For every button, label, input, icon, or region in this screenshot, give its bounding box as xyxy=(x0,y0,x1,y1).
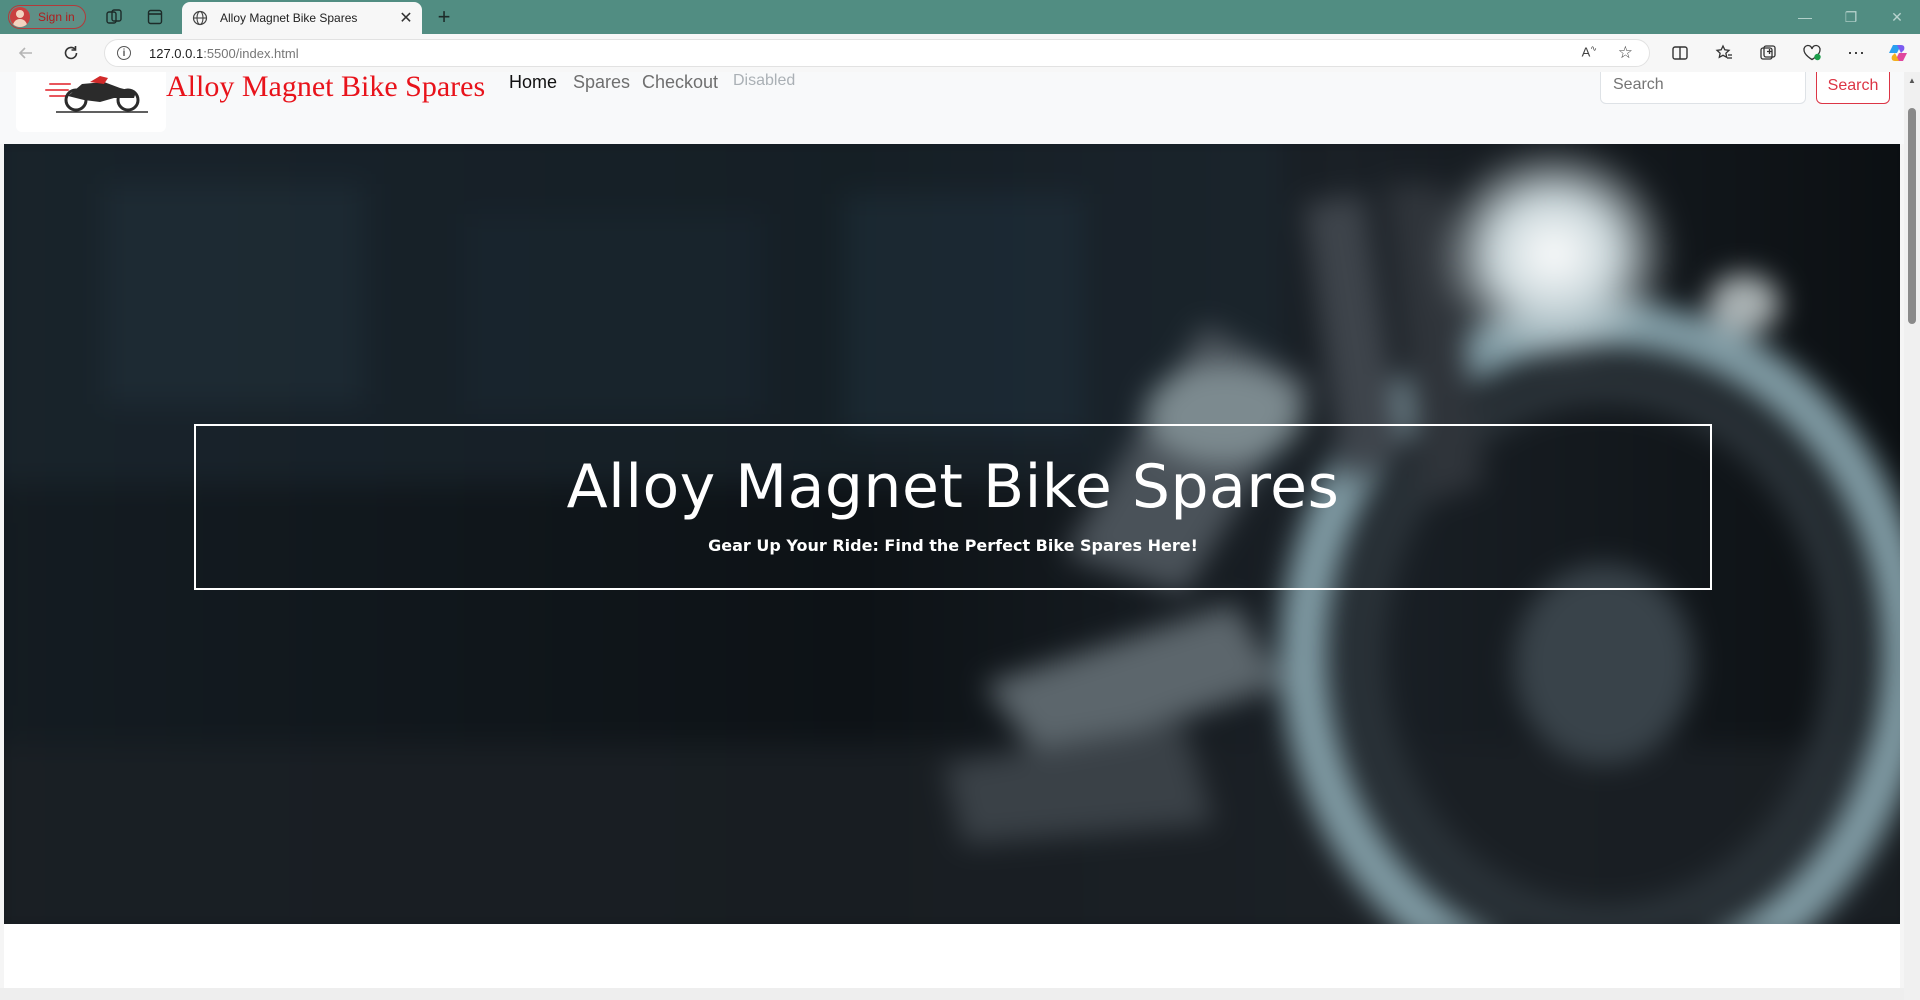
search-input[interactable] xyxy=(1600,72,1806,104)
page-viewport: Alloy Magnet Bike Spares Home Spares Che… xyxy=(0,72,1904,1000)
settings-more-icon[interactable]: ⋯ xyxy=(1844,41,1868,65)
nav-link-checkout[interactable]: Checkout xyxy=(642,72,718,93)
brand-name[interactable]: Alloy Magnet Bike Spares xyxy=(166,72,485,104)
site-info-icon[interactable]: i xyxy=(117,46,131,60)
hero-subtitle: Gear Up Your Ride: Find the Perfect Bike… xyxy=(708,536,1198,555)
section-divider xyxy=(0,988,1904,1000)
nav-link-spares[interactable]: Spares xyxy=(573,72,630,93)
tab-active[interactable]: Alloy Magnet Bike Spares ✕ xyxy=(182,2,422,34)
scroll-up-icon[interactable]: ▲ xyxy=(1908,76,1916,85)
copilot-icon[interactable] xyxy=(1886,41,1910,65)
tab-actions-icon[interactable] xyxy=(145,7,165,27)
avatar xyxy=(10,7,30,27)
browser-essentials-icon[interactable] xyxy=(1800,41,1824,65)
favorite-star-icon[interactable]: ☆ xyxy=(1618,43,1633,63)
split-screen-icon[interactable] xyxy=(1668,41,1692,65)
read-aloud-icon[interactable]: A∿ xyxy=(1582,44,1597,59)
restore-icon[interactable]: ❐ xyxy=(1836,6,1866,28)
site-logo[interactable] xyxy=(16,72,166,132)
refresh-icon[interactable] xyxy=(59,41,83,65)
minimize-icon[interactable]: — xyxy=(1790,6,1820,28)
hero-banner: Alloy Magnet Bike Spares Gear Up Your Ri… xyxy=(4,144,1900,924)
close-window-icon[interactable]: ✕ xyxy=(1882,6,1912,28)
hero-caption-box: Alloy Magnet Bike Spares Gear Up Your Ri… xyxy=(194,424,1712,590)
tab-title: Alloy Magnet Bike Spares xyxy=(220,11,358,25)
address-bar[interactable]: i 127.0.0.1:5500/index.html A∿ ☆ xyxy=(104,39,1650,67)
nav-link-disabled: Disabled xyxy=(733,72,796,89)
hero-title: Alloy Magnet Bike Spares xyxy=(566,452,1340,522)
favorites-icon[interactable] xyxy=(1712,41,1736,65)
url-text: 127.0.0.1:5500/index.html xyxy=(149,46,299,61)
tab-strip: Sign in Alloy Magnet Bike Spares ✕ + — ❐… xyxy=(0,0,1920,34)
signin-label: Sign in xyxy=(38,10,75,24)
page-scrollbar[interactable]: ▲ xyxy=(1904,72,1920,1000)
workspaces-icon[interactable] xyxy=(104,7,124,27)
new-tab-icon[interactable]: + xyxy=(433,4,455,29)
close-tab-icon[interactable]: ✕ xyxy=(396,8,416,28)
collections-icon[interactable] xyxy=(1756,41,1780,65)
browser-toolbar: i 127.0.0.1:5500/index.html A∿ ☆ ⋯ xyxy=(0,34,1920,72)
nav-link-home[interactable]: Home xyxy=(509,72,557,93)
scrollbar-thumb[interactable] xyxy=(1908,108,1916,324)
site-navbar: Alloy Magnet Bike Spares Home Spares Che… xyxy=(0,72,1904,144)
back-icon[interactable] xyxy=(14,41,38,65)
globe-icon xyxy=(192,10,208,26)
search-button[interactable]: Search xyxy=(1816,72,1890,104)
profile-signin-button[interactable]: Sign in xyxy=(8,5,86,29)
